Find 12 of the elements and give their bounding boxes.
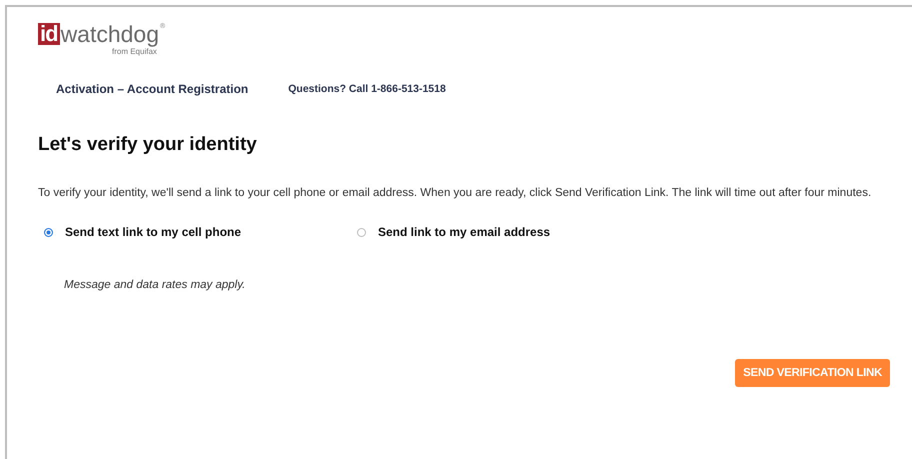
- header-text: Activation – Account Registration: [56, 82, 248, 96]
- radio-option[interactable]: Send text link to my cell phone: [44, 225, 357, 239]
- rates-note: Message and data rates may apply.: [64, 279, 246, 291]
- page-heading: Let's verify your identity: [38, 134, 258, 156]
- intro-text: To verify your identity, we'll send a link to your cell phone or email address. When you are ready, click Send Verification Link. The link will time out after four minutes.: [38, 186, 872, 201]
- header-text: Questions? Call 1-866-513-1518: [288, 83, 446, 95]
- radio-button[interactable]: [357, 228, 366, 236]
- logo-prefix: id: [38, 23, 60, 45]
- radio-option[interactable]: Send link to my email address: [357, 225, 670, 239]
- radio-button[interactable]: [44, 228, 53, 236]
- logo-tagline: from Equifax: [112, 47, 157, 56]
- logo-name: watchdog: [60, 23, 160, 45]
